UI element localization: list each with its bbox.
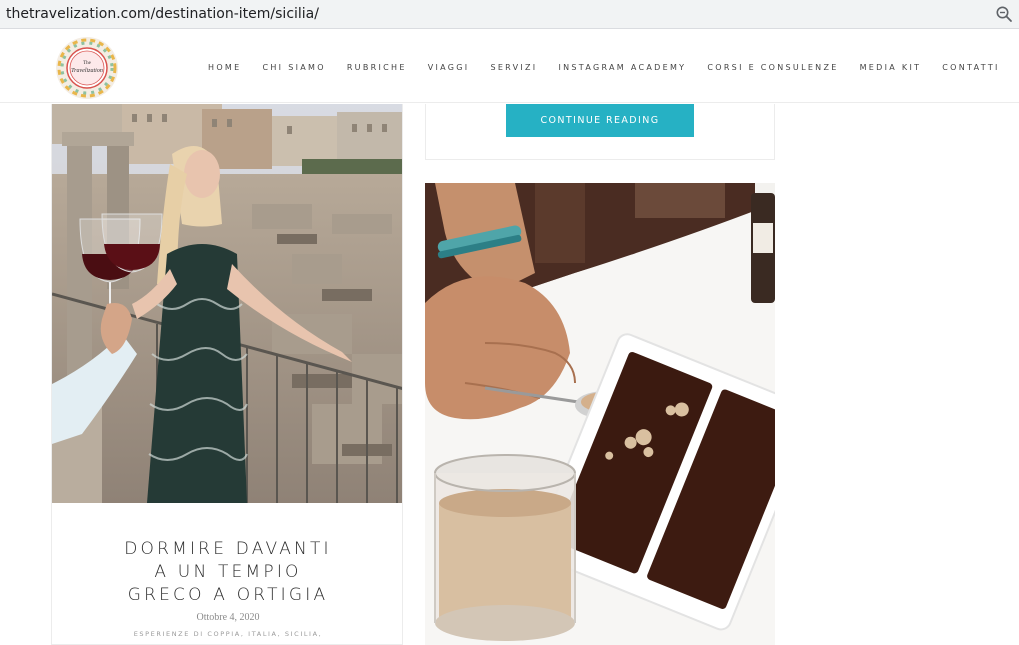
nav-corsi-consulenze[interactable]: CORSI E CONSULENZE xyxy=(707,63,838,72)
post-title-line[interactable]: GRECO A ORTIGIA xyxy=(52,584,402,607)
nav-contatti[interactable]: CONTATTI xyxy=(942,63,999,72)
post-title[interactable]: DORMIRE DAVANTI A UN TEMPIO GRECO A ORTI… xyxy=(52,538,402,607)
nav-home[interactable]: HOME xyxy=(208,63,241,72)
post-image-woman-wine-ruins[interactable] xyxy=(52,104,403,503)
site-header: The Travelization HOME CHI SIAMO RUBRICH… xyxy=(0,30,1019,103)
post-card-previous: CONTINUE READING xyxy=(425,104,775,160)
post-title-line[interactable]: A UN TEMPIO xyxy=(52,561,402,584)
post-image-chocolate[interactable] xyxy=(425,183,775,645)
nav-rubriche[interactable]: RUBRICHE xyxy=(347,63,407,72)
nav-media-kit[interactable]: MEDIA KIT xyxy=(860,63,922,72)
post-title-line[interactable]: DORMIRE DAVANTI xyxy=(52,538,402,561)
post-date: Ottobre 4, 2020 xyxy=(196,612,260,623)
post-categories[interactable]: ESPERIENZE DI COPPIA, ITALIA, SICILIA, xyxy=(52,630,402,638)
main-nav: HOME CHI SIAMO RUBRICHE VIAGGI SERVIZI I… xyxy=(208,63,1000,72)
svg-text:The: The xyxy=(83,61,92,66)
zoom-out-icon[interactable] xyxy=(995,5,1013,23)
url-text[interactable]: thetravelization.com/destination-item/si… xyxy=(6,6,319,22)
post-card-ortigia[interactable]: DORMIRE DAVANTI A UN TEMPIO GRECO A ORTI… xyxy=(51,104,403,645)
nav-viaggi[interactable]: VIAGGI xyxy=(428,63,470,72)
nav-servizi[interactable]: SERVIZI xyxy=(490,63,537,72)
site-logo[interactable]: The Travelization xyxy=(52,35,122,101)
browser-address-bar[interactable]: thetravelization.com/destination-item/si… xyxy=(0,0,1019,29)
nav-instagram-academy[interactable]: INSTAGRAM ACADEMY xyxy=(558,63,686,72)
continue-reading-button[interactable]: CONTINUE READING xyxy=(506,104,694,137)
nav-chi-siamo[interactable]: CHI SIAMO xyxy=(262,63,325,72)
svg-text:Travelization: Travelization xyxy=(71,68,103,74)
